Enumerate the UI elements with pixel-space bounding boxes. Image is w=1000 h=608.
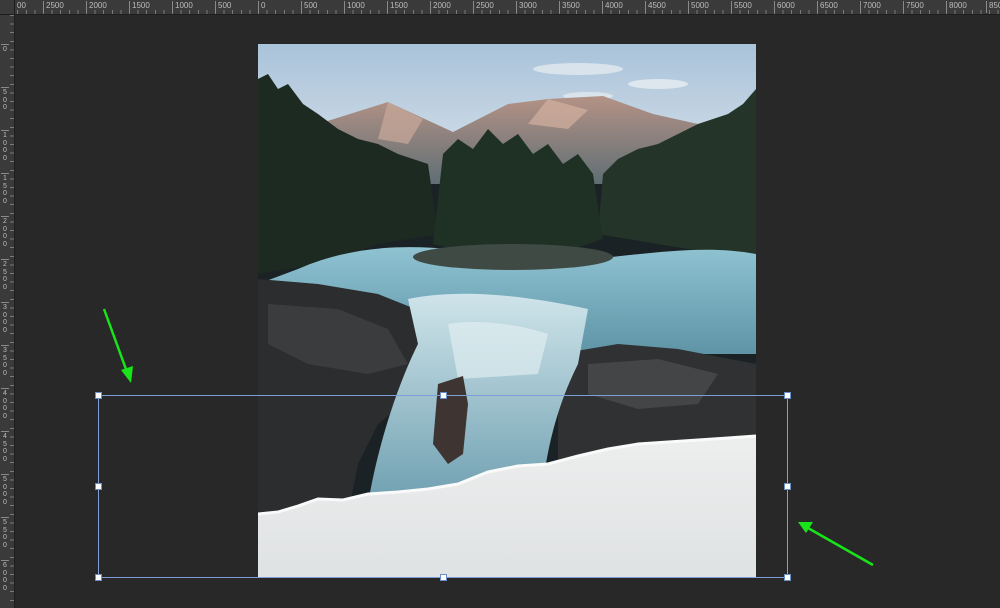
arrow-icon — [798, 522, 874, 567]
annotation-arrows — [102, 308, 874, 567]
ruler-origin[interactable] — [0, 0, 15, 15]
arrow-icon — [102, 308, 133, 383]
